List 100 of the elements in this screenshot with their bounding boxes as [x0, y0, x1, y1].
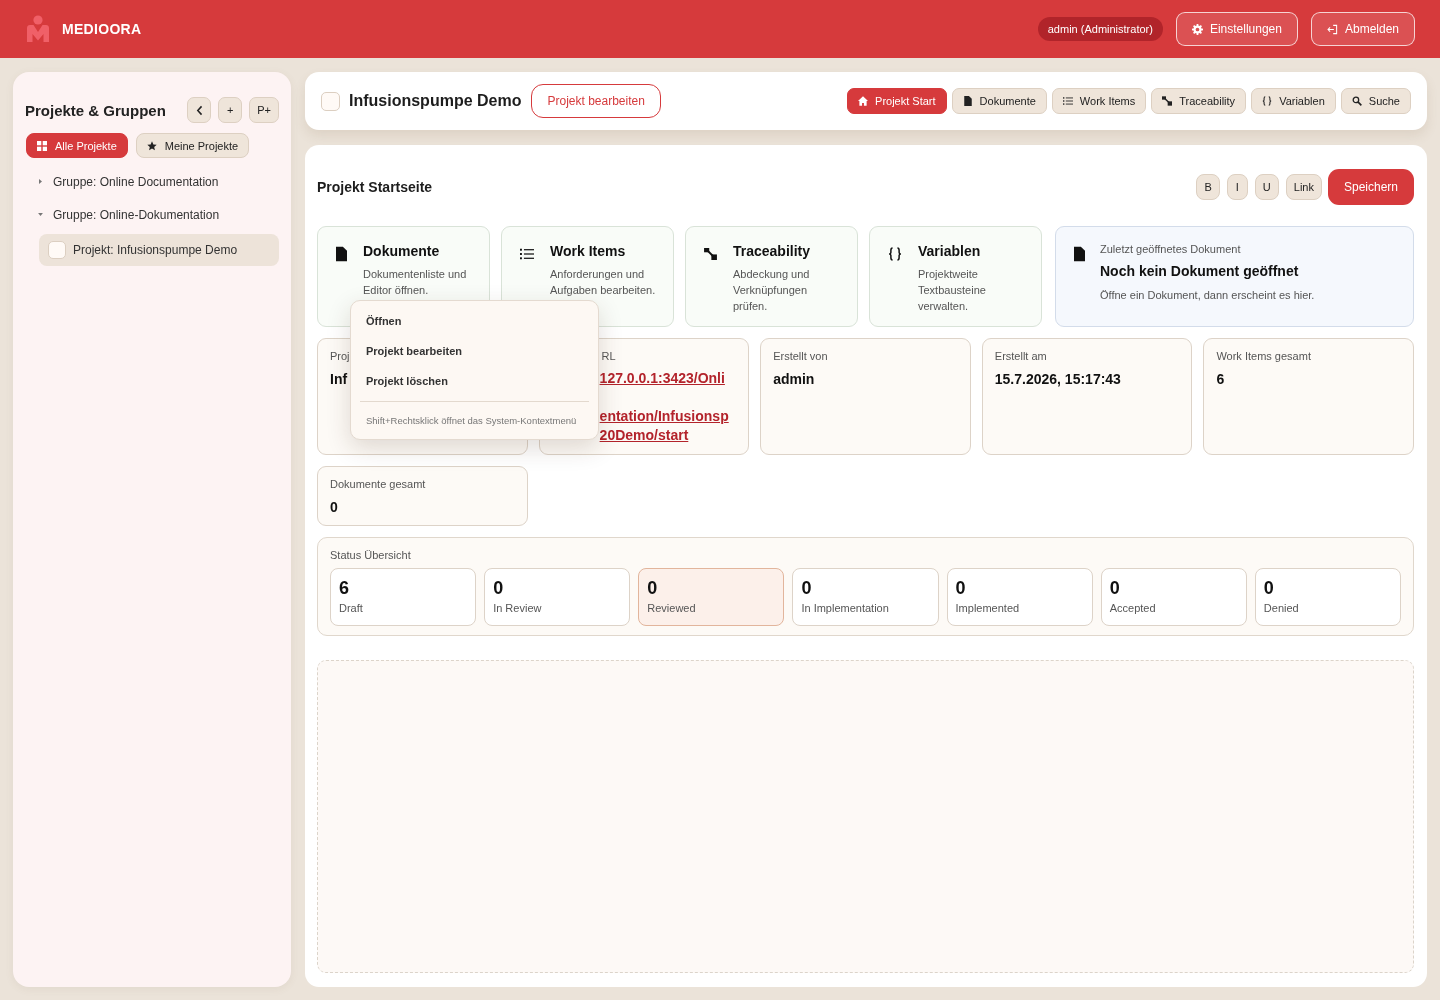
feature-title: Dokumente	[363, 243, 440, 260]
feature-description: Abdeckung und Verknüpfungen prüfen.	[733, 267, 811, 314]
caret-down-icon[interactable]	[38, 213, 43, 216]
url-link[interactable]: 20Demo/start	[599, 426, 689, 445]
url-link[interactable]: 127.0.0.1:3423/Onli	[599, 369, 725, 388]
menu-hint: Shift+Rechtsklick öffnet das System-Kontextmenü	[365, 414, 578, 427]
info-value: 15.7.2026, 15:17:43	[994, 371, 1121, 388]
chevron-left-icon	[195, 104, 203, 116]
project-title: Infusionspumpe Demo	[349, 92, 522, 110]
info-label: Erstellt von	[773, 350, 828, 363]
filter-button[interactable]: Meine Projekte	[135, 133, 250, 158]
file-icon	[962, 96, 973, 106]
tree-item[interactable]: Gruppe: Online Documentation	[53, 174, 219, 189]
status-count: 6	[339, 578, 349, 598]
info-value: Inf	[330, 371, 348, 388]
tree-item-label: Projekt: Infusionspumpe Demo	[73, 242, 238, 257]
info-label: RL	[601, 350, 616, 363]
status-tile[interactable]: 0 Implemented	[946, 568, 1093, 626]
status-label: Accepted	[1109, 602, 1156, 615]
settings-button[interactable]: Einstellungen	[1175, 12, 1298, 46]
info-label: Dokumente gesamt	[330, 478, 426, 491]
page-title: Projekt Startseite	[317, 179, 433, 195]
status-label: In Implementation	[801, 602, 889, 615]
status-tile[interactable]: 0 Reviewed	[638, 568, 785, 626]
menu-item[interactable]: Projekt bearbeiten	[357, 336, 592, 366]
nav-tab[interactable]: Dokumente	[951, 88, 1047, 114]
info-value: 0	[330, 499, 338, 516]
recent-document-label: Zuletzt geöffnetes Dokument	[1100, 243, 1241, 256]
tree-item[interactable]: Gruppe: Online-Dokumentation	[53, 207, 220, 222]
status-overview-title: Status Übersicht	[330, 549, 412, 562]
sidebar-title: Projekte & Gruppen	[25, 101, 166, 119]
nav-tab[interactable]: Variablen	[1251, 88, 1336, 114]
status-count: 0	[493, 578, 504, 598]
format-button[interactable]: I	[1226, 174, 1248, 200]
menu-item[interactable]: Projekt löschen	[357, 366, 592, 396]
status-label: Reviewed	[647, 602, 696, 615]
filter-button[interactable]: Alle Projekte	[26, 133, 128, 158]
status-label: Implemented	[955, 602, 1020, 615]
status-label: In Review	[493, 602, 542, 615]
feature-card[interactable]: Variablen Projektweite Textbausteine verwalten.	[869, 226, 1042, 327]
status-tile[interactable]: 0 Accepted	[1100, 568, 1247, 626]
braces-icon	[888, 247, 902, 261]
linked-squares-icon	[1162, 96, 1173, 106]
format-button[interactable]: B	[1196, 174, 1220, 200]
file-icon	[1074, 246, 1085, 262]
logo-icon	[26, 15, 50, 43]
editor-field[interactable]	[317, 660, 1414, 973]
url-link[interactable]: entation/Infusionsp	[599, 407, 729, 426]
status-label: Denied	[1263, 602, 1299, 615]
edit-project-button[interactable]: Projekt bearbeiten	[531, 84, 661, 118]
file-icon	[336, 246, 347, 262]
info-label: Erstellt am	[994, 350, 1047, 363]
status-count: 0	[1263, 578, 1274, 598]
collapse-button[interactable]	[187, 97, 212, 123]
feature-card[interactable]: Traceability Abdeckung und Verknüpfungen prüfen.	[685, 226, 858, 327]
list-icon	[1062, 96, 1073, 106]
nav-tab[interactable]: Traceability	[1151, 88, 1247, 114]
status-tile[interactable]: 0 Denied	[1254, 568, 1401, 626]
nav-tab[interactable]: Projekt Start	[847, 88, 947, 114]
info-label: Work Items gesamt	[1216, 350, 1311, 363]
status-count: 0	[801, 578, 812, 598]
star-icon	[146, 140, 157, 151]
brand-name: MEDIOORA	[62, 21, 142, 37]
nav-tab[interactable]: Work Items	[1051, 88, 1147, 114]
status-count: 0	[647, 578, 658, 598]
status-tile[interactable]: 0 In Implementation	[792, 568, 939, 626]
tool-button[interactable]: +	[218, 97, 243, 123]
grid-icon	[37, 140, 47, 151]
info-value: 6	[1216, 371, 1225, 388]
feature-description: Projektweite Textbausteine verwalten.	[918, 267, 987, 314]
status-count: 0	[1109, 578, 1120, 598]
status-count: 0	[955, 578, 966, 598]
feature-title: Traceability	[733, 243, 811, 260]
recent-document-hint: Öffne ein Dokument, dann erscheint es hier.	[1100, 289, 1315, 302]
logout-button[interactable]: Abmelden	[1310, 12, 1415, 46]
user-badge: admin (Administrator)	[1037, 17, 1163, 41]
status-tile[interactable]: 6 Draft	[330, 568, 477, 626]
logout-icon	[1326, 23, 1338, 35]
save-button[interactable]: Speichern	[1327, 169, 1414, 205]
feature-description: Anforderungen und Aufgaben bearbeiten.	[550, 267, 657, 298]
linked-squares-icon	[704, 248, 717, 260]
status-label: Draft	[339, 602, 363, 615]
tree-item[interactable]: Projekt: Infusionspumpe Demo	[39, 233, 279, 266]
home-icon	[858, 96, 869, 106]
tool-button[interactable]: P+	[249, 97, 279, 123]
caret-right-icon[interactable]	[39, 179, 42, 184]
feature-title: Work Items	[550, 243, 626, 260]
info-value: admin	[773, 371, 815, 388]
info-label: Proj	[330, 350, 350, 363]
format-button[interactable]: Link	[1285, 174, 1322, 200]
recent-document-title: Noch kein Dokument geöffnet	[1100, 263, 1299, 280]
feature-title: Variablen	[918, 243, 981, 260]
braces-icon	[1262, 96, 1273, 106]
gear-icon	[1191, 23, 1203, 35]
search-icon	[1351, 96, 1362, 106]
nav-tab[interactable]: Suche	[1340, 88, 1411, 114]
status-tile[interactable]: 0 In Review	[484, 568, 631, 626]
list-icon	[520, 248, 534, 260]
format-button[interactable]: U	[1254, 174, 1279, 200]
feature-description: Dokumentenliste und Editor öffnen.	[363, 267, 468, 298]
